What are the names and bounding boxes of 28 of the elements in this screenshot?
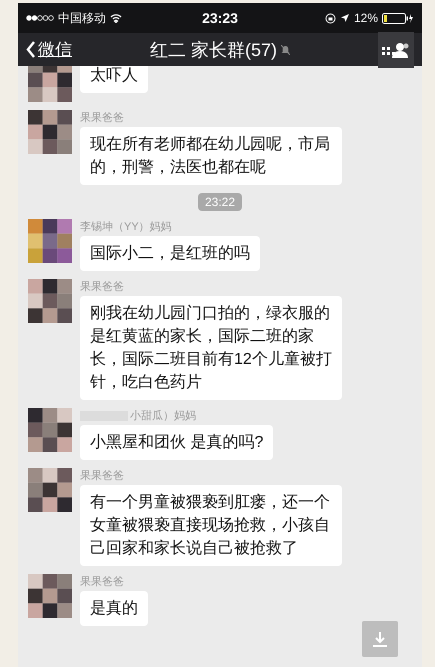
chat-title: 红二 家长群(57): [150, 38, 278, 62]
message-bubble: 太吓人: [80, 66, 148, 93]
sender-name: 小甜瓜）妈妈: [130, 409, 196, 423]
rotation-lock-icon: [324, 12, 336, 24]
sender-name: 果果爸爸: [80, 111, 124, 125]
sender-name: 果果爸爸: [80, 469, 124, 483]
message-bubble: 现在所有老师都在幼儿园呢，市局的，刑警，法医也都在呢: [80, 127, 342, 185]
message-bubble: 国际小二，是红班的吗: [80, 236, 260, 271]
battery-icon: [382, 12, 414, 24]
message-bubble: 刚我在幼儿园门口拍的，绿衣服的是红黄蓝的家长，国际二班的家长，国际二班目前有12个儿童被打针，吃白色药片: [80, 296, 342, 400]
timestamp: 23:22: [198, 193, 242, 211]
battery-percent: 12%: [354, 11, 378, 25]
carrier-name: 中国移动: [58, 10, 106, 26]
sender-name: 果果爸爸: [80, 280, 124, 294]
back-chevron-icon: [26, 41, 36, 58]
message-bubble: 小黑屋和团伙 是真的吗?: [80, 425, 274, 460]
sender-name: 李锡坤（YY）妈妈: [80, 220, 172, 234]
message-bubble: 有一个男童被猥亵到肛瘘，还一个女童被猥亵直接现场抢救，小孩自己回家和家长说自己被抢救了: [80, 485, 342, 566]
message-bubble: 是真的: [80, 591, 148, 626]
clock: 23:23: [202, 10, 238, 26]
group-info-button[interactable]: [378, 32, 414, 68]
group-icon: [382, 42, 410, 58]
download-icon: [371, 630, 389, 648]
wifi-icon: [110, 13, 122, 23]
location-icon: [340, 13, 350, 23]
back-link[interactable]: 微信: [26, 38, 150, 61]
signal-icon: [26, 15, 54, 21]
sender-name: 果果爸爸: [80, 575, 124, 589]
